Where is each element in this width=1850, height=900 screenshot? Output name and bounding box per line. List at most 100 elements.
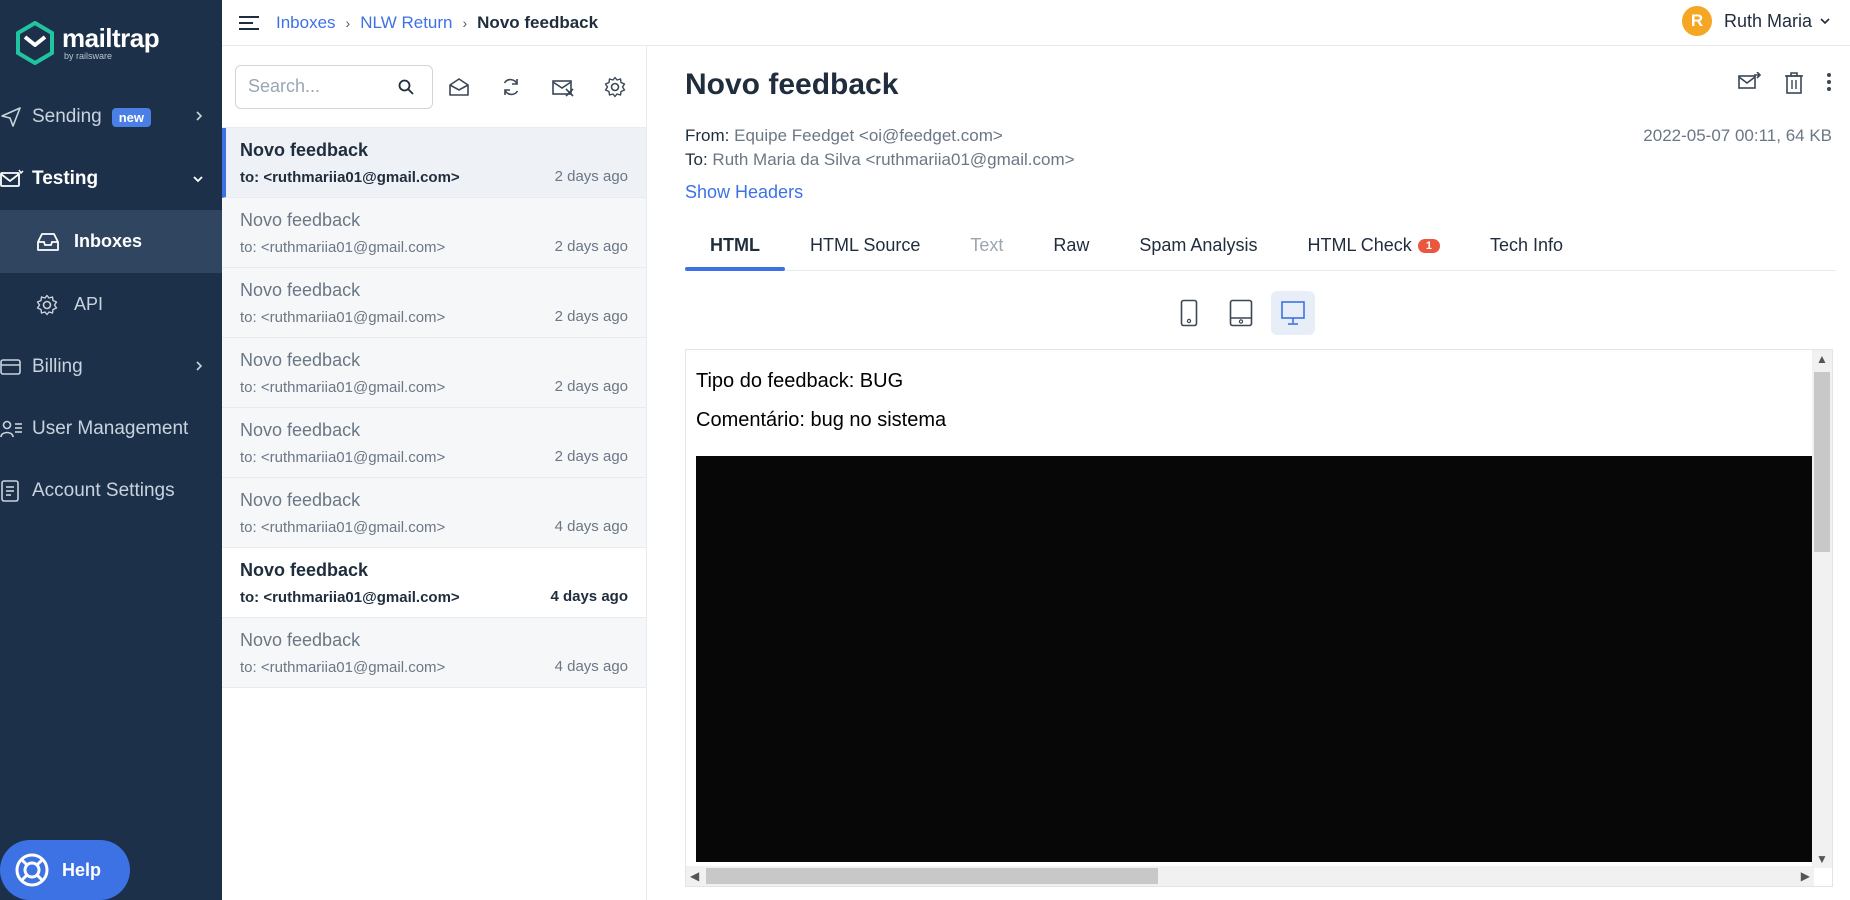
mobile-view-button[interactable] (1167, 291, 1211, 335)
sidebar-item-inboxes[interactable]: Inboxes (0, 210, 222, 273)
gear-icon (604, 76, 626, 98)
phone-icon (1180, 299, 1198, 327)
user-name: Ruth Maria (1723, 10, 1812, 31)
breadcrumb-current: Novo feedback (477, 12, 599, 32)
sidebar-item-account-settings[interactable]: Account Settings (0, 460, 222, 522)
tab-raw[interactable]: Raw (1028, 221, 1114, 270)
forward-mail-icon[interactable] (1738, 72, 1762, 94)
tab-text[interactable]: Text (945, 221, 1028, 270)
search-input[interactable] (248, 76, 398, 97)
message-subject: Novo feedback (240, 280, 361, 300)
desktop-view-button[interactable] (1270, 291, 1315, 335)
send-icon (0, 106, 32, 128)
sidebar-item-label: Inboxes (74, 231, 143, 251)
gear-icon (36, 294, 74, 316)
email-preview: Tipo do feedback: BUG Comentário: bug no… (685, 349, 1833, 887)
message-time: 2 days ago (554, 238, 628, 255)
desktop-icon (1280, 300, 1306, 326)
list-item[interactable]: Novo feedback to: <ruthmariia01@gmail.co… (222, 128, 646, 198)
breadcrumb-project[interactable]: NLW Return (360, 13, 452, 33)
list-item[interactable]: Novo feedback to: <ruthmariia01@gmail.co… (222, 198, 646, 268)
screenshot-image (696, 456, 1814, 862)
more-options-icon[interactable] (1826, 72, 1832, 94)
breadcrumb-inboxes[interactable]: Inboxes (276, 13, 336, 33)
message-time: 4 days ago (554, 518, 628, 535)
testing-icon (0, 169, 32, 189)
refresh-icon (501, 77, 521, 97)
message-subject: Novo feedback (240, 420, 361, 440)
tab-html-source[interactable]: HTML Source (785, 221, 945, 270)
list-item[interactable]: Novo feedback to: <ruthmariia01@gmail.co… (222, 408, 646, 478)
document-icon (0, 480, 32, 502)
list-item[interactable]: Novo feedback to: <ruthmariia01@gmail.co… (222, 618, 646, 688)
user-menu[interactable]: R Ruth Maria (1681, 6, 1830, 36)
new-badge: new (111, 107, 152, 127)
open-envelope-icon (448, 77, 470, 97)
list-item[interactable]: Novo feedback to: <ruthmariia01@gmail.co… (222, 338, 646, 408)
horizontal-scroll-thumb[interactable] (706, 868, 1158, 884)
tablet-view-button[interactable] (1219, 291, 1263, 335)
mark-read-button[interactable] (433, 65, 485, 109)
list-item[interactable]: Novo feedback to: <ruthmariia01@gmail.co… (222, 268, 646, 338)
lifebuoy-icon (14, 852, 50, 888)
sidebar-item-sending[interactable]: Sending new (0, 86, 222, 148)
vertical-scrollbar[interactable]: ▲ ▼ (1812, 350, 1832, 868)
brand-sub: by railsware (64, 51, 113, 61)
clear-inbox-button[interactable] (537, 65, 589, 109)
to-label: To: (685, 150, 708, 169)
message-list-panel: Novo feedback to: <ruthmariia01@gmail.co… (222, 46, 647, 900)
chevron-down-icon (192, 168, 204, 190)
message-time: 4 days ago (550, 588, 628, 605)
list-item[interactable]: Novo feedback to: <ruthmariia01@gmail.co… (222, 548, 646, 618)
refresh-button[interactable] (485, 65, 537, 109)
breadcrumb-separator: › (462, 14, 468, 31)
message-actions (1738, 72, 1832, 94)
mailtrap-logo[interactable]: mailtrap by railsware (0, 0, 222, 86)
sidebar-item-label: User Management (32, 418, 189, 439)
feedback-type: Tipo do feedback: BUG (696, 370, 904, 392)
vertical-scroll-thumb[interactable] (1814, 372, 1830, 552)
tab-html-check[interactable]: HTML Check 1 (1282, 221, 1464, 270)
sidebar-item-label: Testing (32, 168, 99, 189)
scroll-left-icon: ◀ (690, 869, 700, 883)
top-bar: Inboxes › NLW Return › Novo feedback R R… (222, 0, 1850, 46)
tab-label: HTML Check (1307, 235, 1412, 255)
message-detail: Novo feedback From: Equipe Feedget <oi@f… (647, 46, 1850, 900)
message-subject: Novo feedback (240, 350, 361, 370)
inbox-settings-button[interactable] (589, 65, 641, 109)
tablet-icon (1229, 299, 1253, 327)
message-subject: Novo feedback (240, 630, 361, 650)
feedback-comment: Comentário: bug no sistema (696, 409, 947, 431)
chevron-down-icon (1820, 14, 1830, 28)
list-item[interactable]: Novo feedback to: <ruthmariia01@gmail.co… (222, 478, 646, 548)
sidebar-item-user-management[interactable]: User Management (0, 398, 222, 460)
trash-icon[interactable] (1784, 72, 1804, 94)
from-value: Equipe Feedget <oi@feedget.com> (734, 126, 1003, 145)
show-headers-link[interactable]: Show Headers (685, 182, 803, 203)
sidebar-item-billing[interactable]: Billing (0, 336, 222, 398)
message-subject: Novo feedback (240, 560, 369, 580)
brand-name: mailtrap (62, 23, 160, 53)
message-time: 2 days ago (554, 168, 628, 185)
sidebar-item-label: API (74, 294, 104, 314)
to-value: Ruth Maria da Silva <ruthmariia01@gmail.… (712, 150, 1075, 169)
sidebar-item-label: Billing (32, 356, 83, 377)
users-icon (0, 419, 32, 439)
search-icon[interactable] (398, 79, 414, 95)
message-subject: Novo feedback (240, 140, 369, 160)
tab-html[interactable]: HTML (685, 221, 785, 271)
device-switcher (685, 291, 1796, 335)
message-title: Novo feedback (685, 68, 899, 101)
horizontal-scrollbar[interactable]: ◀ ▶ (686, 866, 1814, 886)
from-label: From: (685, 126, 730, 145)
sidebar-item-api[interactable]: API (0, 273, 222, 336)
menu-toggle-icon[interactable] (238, 14, 260, 32)
tab-tech-info[interactable]: Tech Info (1465, 221, 1588, 270)
sidebar-item-testing[interactable]: Testing (0, 148, 222, 210)
clear-mail-icon (551, 77, 575, 97)
message-date: 2022-05-07 00:11, 64 KB (1643, 126, 1832, 145)
help-label: Help (62, 859, 102, 880)
help-button[interactable]: Help (0, 840, 130, 900)
tab-spam-analysis[interactable]: Spam Analysis (1114, 221, 1282, 270)
breadcrumb: Inboxes › NLW Return › Novo feedback (276, 13, 598, 33)
